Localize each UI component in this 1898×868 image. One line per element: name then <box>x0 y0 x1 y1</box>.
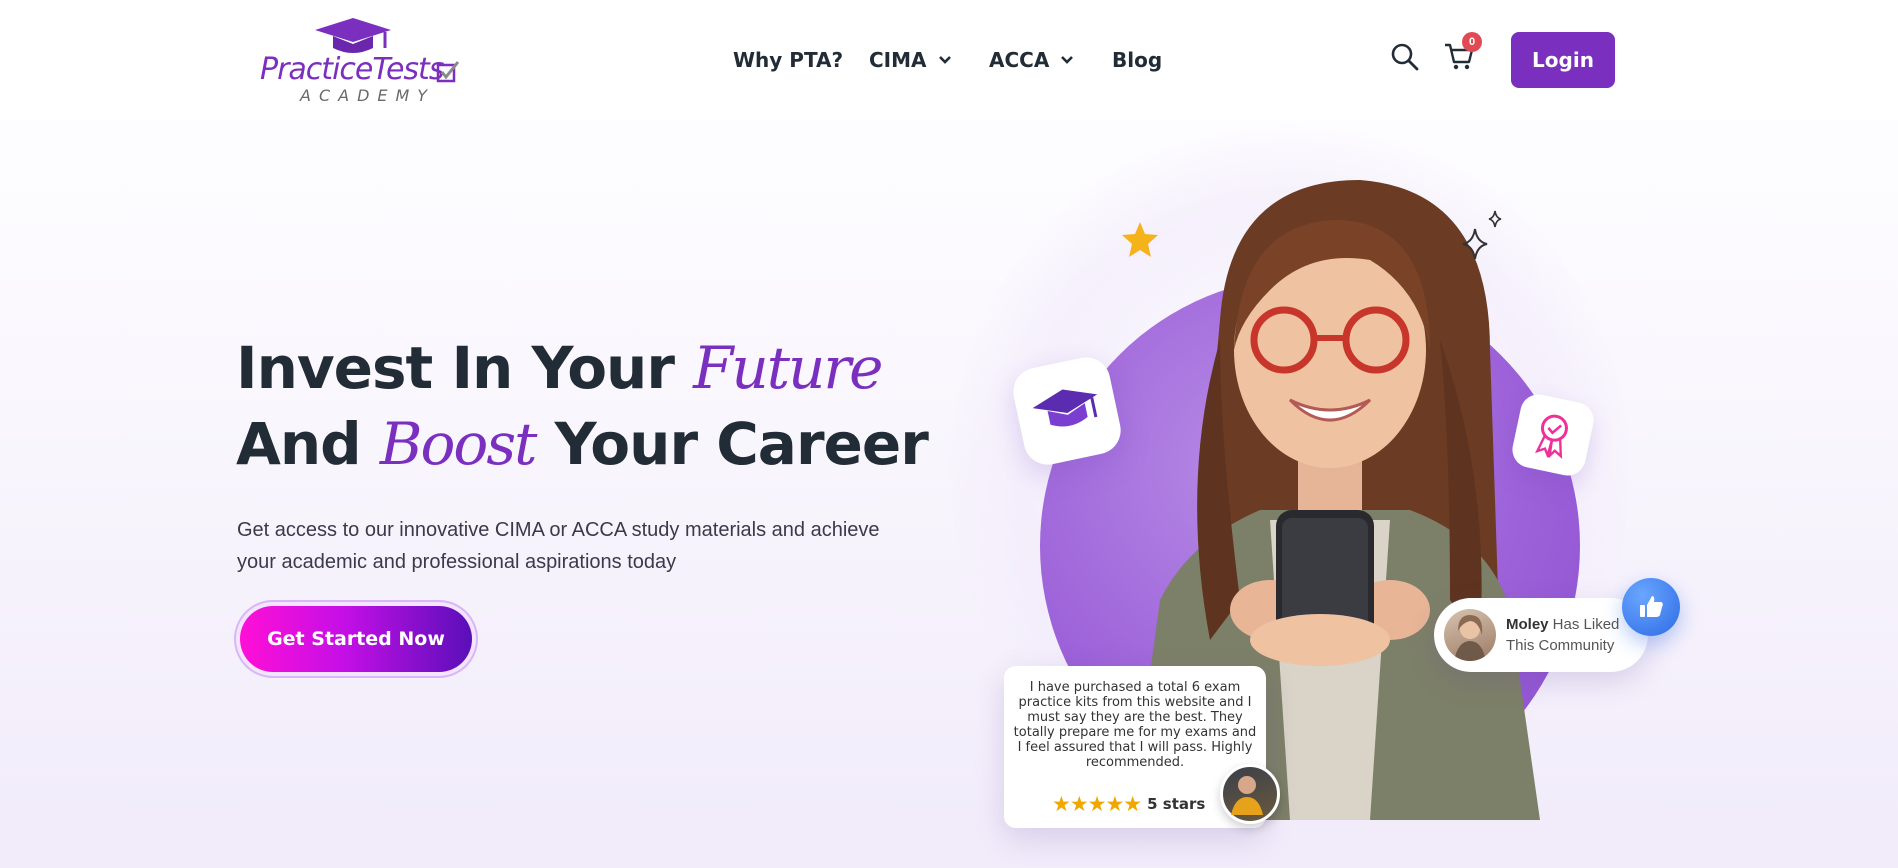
testimonial-rating: ★★★★★ 5 stars <box>1052 792 1205 816</box>
headline-line-2: And Boost Your Career <box>236 406 929 482</box>
site-logo[interactable]: PracticeTests ACADEMY <box>258 16 468 106</box>
search-icon[interactable] <box>1390 42 1420 72</box>
login-button[interactable]: Login <box>1511 32 1615 88</box>
checkbox-icon <box>436 61 460 83</box>
chevron-down-icon <box>1061 56 1074 64</box>
logo-sub-text: ACADEMY <box>300 86 436 105</box>
headline-accent-boost: Boost <box>379 410 538 478</box>
get-started-button[interactable]: Get Started Now <box>240 606 472 672</box>
hero-subtext: Get access to our innovative CIMA or ACC… <box>237 519 880 573</box>
headline-text: And <box>236 410 380 478</box>
like-user-name: Moley <box>1506 616 1549 633</box>
nav-label: Blog <box>1112 48 1163 72</box>
nav-label: ACCA <box>989 48 1050 72</box>
star-icon <box>1122 222 1158 257</box>
nav-why-pta[interactable]: Why PTA? <box>733 48 843 72</box>
headline-accent-future: Future <box>693 334 883 402</box>
nav-blog[interactable]: Blog <box>1112 48 1162 72</box>
site-header: PracticeTests ACADEMY Why PTA? CIMA ACCA… <box>0 0 1898 120</box>
hero-headline: Invest In Your Future And Boost Your Car… <box>236 330 929 482</box>
nav-acca[interactable]: ACCA <box>989 48 1074 72</box>
logo-brand-text: PracticeTests <box>260 52 444 87</box>
nav-cima[interactable]: CIMA <box>869 48 951 72</box>
sparkle-icon <box>1462 228 1488 260</box>
user-avatar-icon <box>1454 615 1486 661</box>
nav-label: Why PTA? <box>733 48 844 72</box>
avatar <box>1444 609 1496 661</box>
avatar <box>1220 764 1280 824</box>
chevron-down-icon <box>938 56 951 64</box>
nav-label: CIMA <box>869 48 927 72</box>
like-target: This Community <box>1506 637 1615 654</box>
cta-outline: Get Started Now <box>236 602 476 676</box>
community-like-card: Moley Has Liked This Community <box>1434 598 1648 672</box>
testimonial-card: I have purchased a total 6 exam practice… <box>1004 666 1280 828</box>
thumbs-up-button[interactable] <box>1622 578 1680 636</box>
testimonial-text: I have purchased a total 6 exam practice… <box>1013 680 1257 770</box>
rating-label: 5 stars <box>1147 795 1206 813</box>
rating-stars: ★★★★★ <box>1052 792 1142 816</box>
sparkle-icon <box>1488 210 1502 228</box>
award-ribbon-icon <box>1534 414 1568 460</box>
headline-text: Your Career <box>535 410 929 478</box>
award-card <box>1509 391 1597 479</box>
cart-count-badge: 0 <box>1462 32 1482 52</box>
like-message: Moley Has Liked This Community <box>1506 614 1619 656</box>
thumbs-up-icon <box>1640 596 1663 617</box>
headline-text: Invest In Your <box>236 334 694 402</box>
like-action: Has Liked <box>1548 616 1620 633</box>
headline-line-1: Invest In Your Future <box>236 330 928 406</box>
reviewer-avatar-icon <box>1231 776 1263 815</box>
graduation-cap-icon <box>1032 389 1098 427</box>
